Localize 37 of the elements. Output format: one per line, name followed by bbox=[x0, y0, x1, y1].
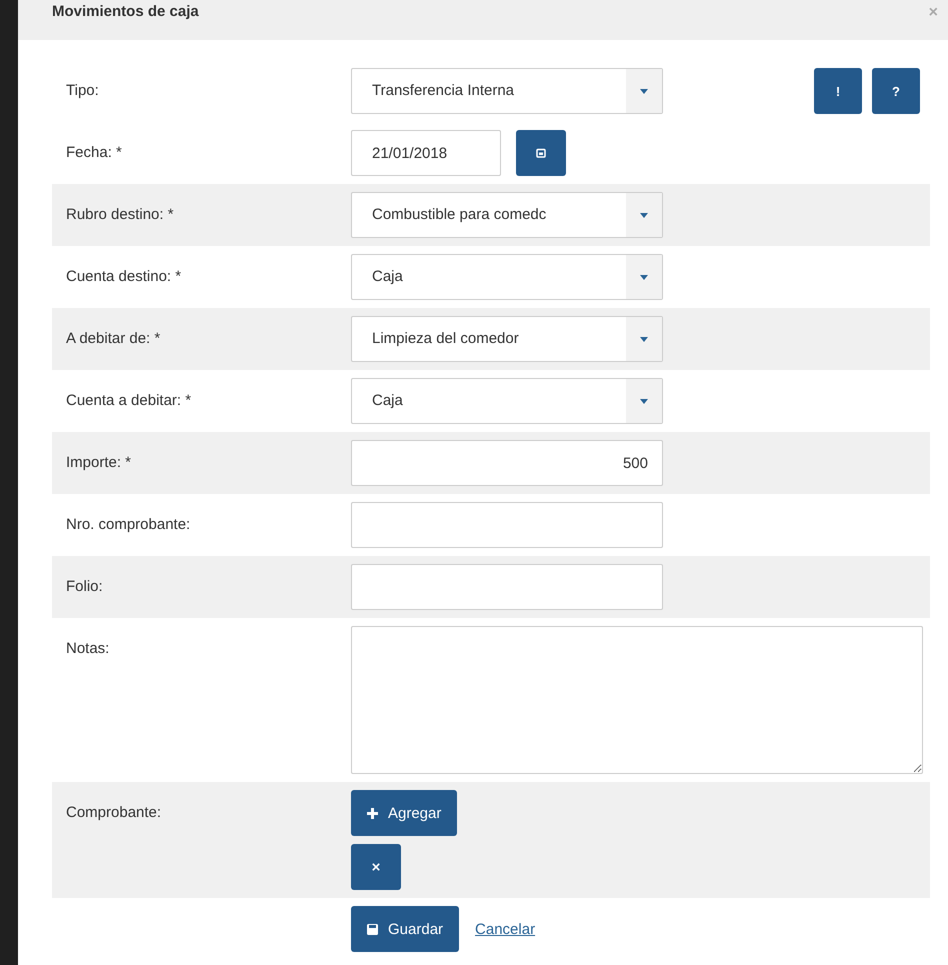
date-field[interactable]: 21/01/2018 bbox=[351, 130, 501, 176]
field-label: Rubro destino: * bbox=[65, 205, 175, 223]
select-field[interactable]: Caja bbox=[351, 378, 663, 424]
caret-icon bbox=[640, 88, 648, 94]
help-button[interactable]: ! bbox=[814, 68, 862, 114]
caret-icon bbox=[640, 212, 648, 218]
remove-button[interactable]: × bbox=[351, 844, 401, 890]
calendar-icon bbox=[536, 148, 546, 158]
calendar-button[interactable] bbox=[516, 130, 566, 176]
field-label: Importe: * bbox=[65, 453, 132, 471]
plus-icon bbox=[367, 808, 378, 818]
select-field[interactable]: Caja bbox=[351, 254, 663, 300]
field-label: Comprobante: bbox=[65, 803, 162, 821]
add-button[interactable]: Agregar bbox=[351, 790, 458, 836]
save-button[interactable]: Guardar bbox=[351, 906, 460, 952]
field-label: A debitar de: * bbox=[65, 329, 162, 347]
cancel-link[interactable]: Cancelar bbox=[475, 920, 536, 938]
field-label: Tipo: bbox=[65, 81, 100, 99]
select-field[interactable]: Limpieza del comedor bbox=[351, 316, 663, 362]
select-field[interactable]: Transferencia Interna bbox=[351, 68, 663, 114]
text-field[interactable] bbox=[351, 502, 663, 548]
text-field[interactable] bbox=[351, 564, 663, 610]
field-label: Fecha: * bbox=[65, 143, 123, 161]
field-label: Nro. comprobante: bbox=[65, 515, 192, 533]
field-label: Folio: bbox=[65, 577, 104, 595]
amount-field[interactable]: 500 bbox=[351, 440, 663, 486]
notes-field[interactable] bbox=[351, 626, 923, 774]
save-icon bbox=[367, 924, 378, 934]
caret-icon bbox=[640, 336, 648, 342]
select-field[interactable]: Combustible para comedc bbox=[351, 192, 663, 238]
caret-icon bbox=[640, 274, 648, 280]
help-button[interactable]: ? bbox=[872, 68, 920, 114]
dialog-title: Movimientos de caja bbox=[52, 2, 199, 20]
field-label: Cuenta a debitar: * bbox=[65, 391, 192, 409]
caret-icon bbox=[640, 398, 648, 404]
field-label: Notas: bbox=[65, 639, 110, 657]
field-label: Cuenta destino: * bbox=[65, 267, 182, 285]
